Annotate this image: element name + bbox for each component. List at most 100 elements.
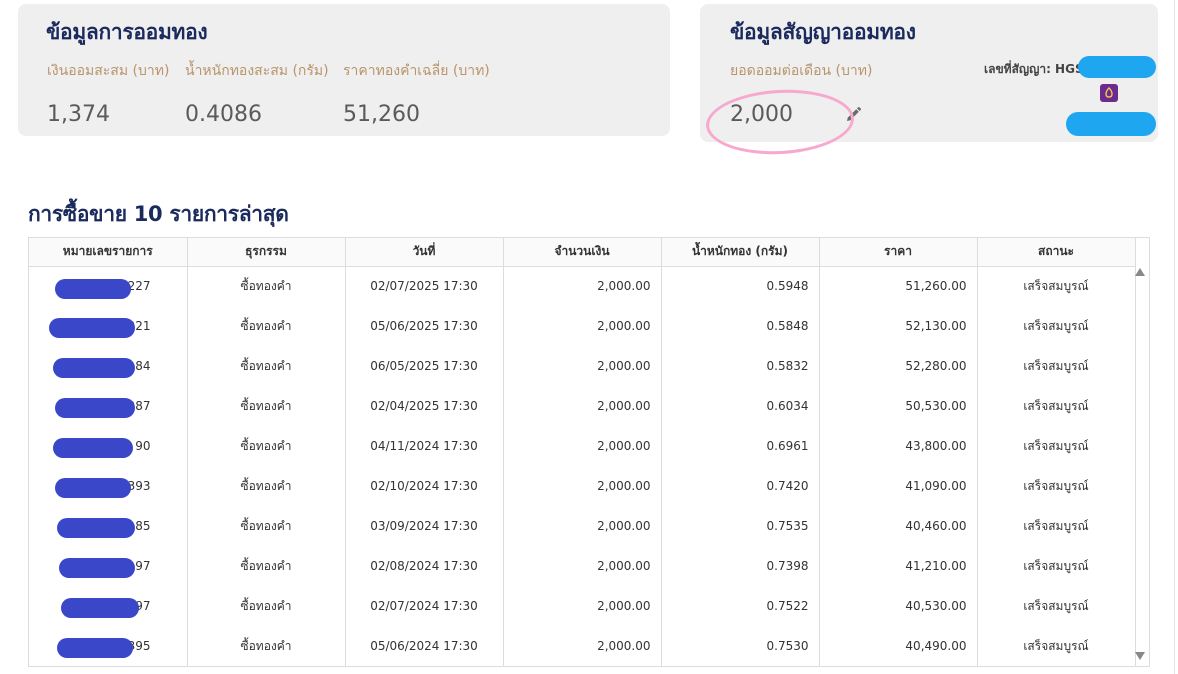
date-cell-text: 02/07/2025 17:30 [370, 279, 478, 294]
column-header-status[interactable]: สถานะ [977, 238, 1136, 267]
amount-cell-text: 2,000.00 [597, 639, 651, 653]
table-row[interactable]: 84 ซื้อทองคำ 06/05/2025 17:30 2,000.00 0.583… [29, 346, 1136, 386]
column-header-amount[interactable]: จำนวนเงิน [503, 238, 662, 267]
redacted-transaction-id [55, 278, 131, 299]
price-cell: 40,530.00 [819, 586, 978, 626]
price-cell-text: 41,210.00 [905, 559, 967, 573]
price-cell-text: 40,490.00 [905, 639, 967, 653]
table-row[interactable]: 395 ซื้อทองคำ 05/06/2024 17:30 2,000.00 0.75… [29, 626, 1136, 666]
table-row[interactable]: 85 ซื้อทองคำ 03/09/2024 17:30 2,000.00 0.753… [29, 506, 1136, 546]
transaction-id-cell: 395 [29, 626, 188, 666]
scroll-up-arrow-icon[interactable] [1135, 268, 1145, 276]
status-cell-text: เสร็จสมบูรณ์ [1023, 438, 1089, 453]
date-cell-text: 03/09/2024 17:30 [370, 519, 478, 533]
redacted-transaction-id [57, 638, 133, 658]
amount-cell-text: 2,000.00 [597, 359, 651, 373]
redacted-transaction-id [55, 398, 135, 418]
status-cell-text: เสร็จสมบูรณ์ [1023, 278, 1089, 293]
gold-weight-cell-text: 0.5948 [766, 279, 809, 294]
accumulated-savings-label: เงินออมสะสม (บาท) [47, 63, 170, 79]
monthly-savings-value: 2,000 [730, 102, 793, 127]
table-row[interactable]: 97 ซื้อทองคำ 02/07/2024 17:30 2,000.00 0.752… [29, 586, 1136, 626]
accumulated-weight-value: 0.4086 [185, 102, 262, 127]
status-cell: เสร็จสมบูรณ์ [977, 306, 1136, 346]
transaction-id-cell: 90 [29, 426, 188, 466]
transaction-type-cell: ซื้อทองคำ [187, 266, 346, 306]
table-row[interactable]: 287 ซื้อทองคำ 02/04/2025 17:30 2,000.00 0.60… [29, 386, 1136, 426]
table-row[interactable]: 227 ซื้อทองคำ 02/07/2025 17:30 2,000.00 0.59… [29, 266, 1136, 306]
gold-weight-cell: 0.7420 [661, 466, 820, 506]
price-cell: 41,210.00 [819, 546, 978, 586]
status-cell: เสร็จสมบูรณ์ [977, 426, 1136, 466]
price-cell: 52,130.00 [819, 306, 978, 346]
transaction-id-cell: 97 [29, 586, 188, 626]
gold-weight-cell: 0.5832 [661, 346, 820, 386]
date-cell: 02/07/2025 17:30 [345, 266, 504, 306]
table-row[interactable]: 221 ซื้อทองคำ 05/06/2025 17:30 2,000.00 0.58… [29, 306, 1136, 346]
redacted-transaction-id [61, 598, 139, 618]
gold-weight-cell-text: 0.7398 [766, 559, 809, 573]
transaction-type-cell: ซื้อทองคำ [187, 546, 346, 586]
date-cell-text: 05/06/2024 17:30 [370, 639, 478, 653]
amount-cell-text: 2,000.00 [597, 559, 651, 573]
amount-cell: 2,000.00 [503, 626, 662, 666]
transaction-type-cell: ซื้อทองคำ [187, 346, 346, 386]
redacted-transaction-id [57, 518, 135, 538]
transaction-id-cell-text: 90 [135, 439, 151, 453]
transaction-type-cell: ซื้อทองคำ [187, 586, 346, 626]
scroll-down-arrow-icon[interactable] [1135, 652, 1145, 660]
column-header-transaction-id[interactable]: หมายเลขรายการ [29, 238, 188, 267]
column-header-price[interactable]: ราคา [819, 238, 978, 267]
transaction-type-cell-text: ซื้อทองคำ [240, 318, 292, 333]
price-cell: 40,460.00 [819, 506, 978, 546]
amount-cell: 2,000.00 [503, 346, 662, 386]
contract-info-card: ข้อมูลสัญญาออมทอง ยอดออมต่อเดือน (บาท) 2… [700, 4, 1158, 158]
date-cell-text: 06/05/2025 17:30 [370, 359, 478, 373]
column-header-date[interactable]: วันที่ [345, 238, 504, 267]
accumulated-savings-stat: เงินออมสะสม (บาท) 1,374 [47, 60, 169, 127]
gold-weight-cell-text: 0.7522 [766, 599, 809, 613]
status-cell: เสร็จสมบูรณ์ [977, 626, 1136, 666]
table-row[interactable]: 97 ซื้อทองคำ 02/08/2024 17:30 2,000.00 0.739… [29, 546, 1136, 586]
status-cell-text: เสร็จสมบูรณ์ [1023, 558, 1089, 573]
status-cell-text: เสร็จสมบูรณ์ [1023, 398, 1089, 413]
contract-number-label: เลขที่สัญญา: HGS [984, 62, 1084, 76]
amount-cell-text: 2,000.00 [597, 319, 651, 333]
gold-weight-cell-text: 0.7535 [766, 519, 809, 533]
pencil-icon[interactable] [842, 104, 864, 126]
amount-cell: 2,000.00 [503, 386, 662, 426]
column-header-gold-weight[interactable]: น้ำหนักทอง (กรัม) [661, 238, 820, 267]
gold-weight-cell-text: 0.6034 [766, 399, 809, 413]
status-cell-text: เสร็จสมบูรณ์ [1023, 518, 1089, 533]
transaction-id-cell-text: 97 [135, 559, 151, 573]
transaction-id-cell-text: 85 [135, 519, 151, 533]
status-cell-text: เสร็จสมบูรณ์ [1023, 358, 1089, 373]
status-cell-text: เสร็จสมบูรณ์ [1023, 318, 1089, 333]
accumulated-weight-label: น้ำหนักทองสะสม (กรัม) [185, 63, 329, 79]
price-cell: 51,260.00 [819, 266, 978, 306]
recent-transactions-title: การซื้อขาย 10 รายการล่าสุด [28, 202, 289, 226]
column-header-transaction-type[interactable]: ธุรกรรม [187, 238, 346, 267]
gold-weight-cell: 0.5948 [661, 266, 820, 306]
table-row[interactable]: 393 ซื้อทองคำ 02/10/2024 17:30 2,000.00 0.74… [29, 466, 1136, 506]
transaction-type-cell-text: ซื้อทองคำ [240, 518, 292, 533]
status-cell-text: เสร็จสมบูรณ์ [1023, 478, 1089, 493]
date-cell-text: 02/10/2024 17:30 [370, 479, 478, 493]
price-cell-text: 41,090.00 [905, 479, 967, 493]
gold-weight-cell-text: 0.6961 [766, 439, 809, 453]
status-cell-text: เสร็จสมบูรณ์ [1023, 638, 1089, 653]
price-cell-text: 51,260.00 [905, 279, 967, 294]
amount-cell-text: 2,000.00 [597, 439, 651, 453]
price-cell-text: 50,530.00 [905, 399, 967, 413]
accumulated-weight-stat: น้ำหนักทองสะสม (กรัม) 0.4086 [185, 60, 329, 127]
table-row[interactable]: 90 ซื้อทองคำ 04/11/2024 17:30 2,000.00 0.696… [29, 426, 1136, 466]
amount-cell-text: 2,000.00 [597, 599, 651, 613]
gold-weight-cell: 0.7535 [661, 506, 820, 546]
transaction-type-cell: ซื้อทองคำ [187, 306, 346, 346]
amount-cell-text: 2,000.00 [597, 479, 651, 493]
transaction-type-cell-text: ซื้อทองคำ [240, 478, 292, 493]
redacted-bank-name [1066, 112, 1156, 136]
page-edge-divider [1174, 0, 1175, 674]
transaction-id-cell: 84 [29, 346, 188, 386]
amount-cell-text: 2,000.00 [597, 519, 651, 533]
